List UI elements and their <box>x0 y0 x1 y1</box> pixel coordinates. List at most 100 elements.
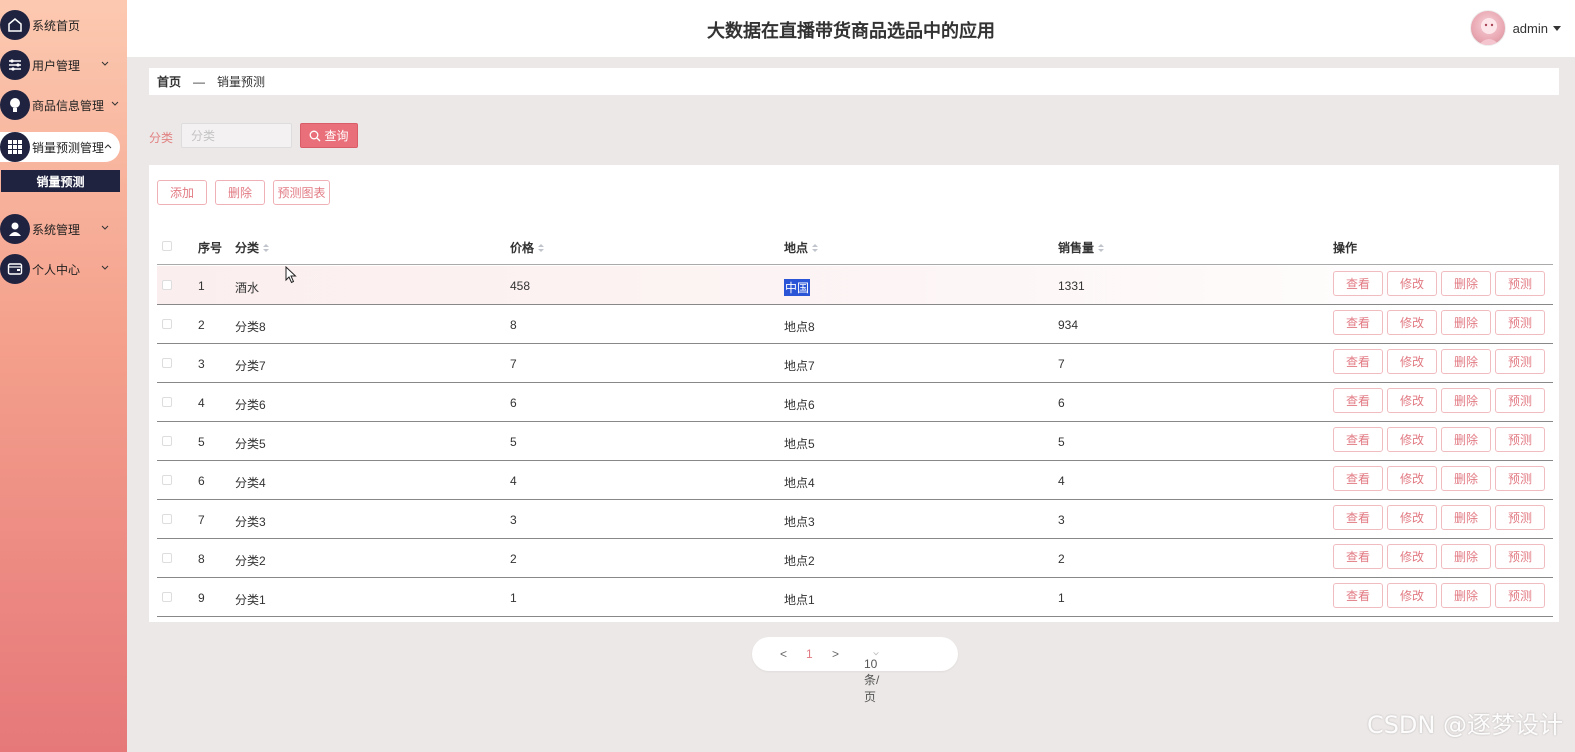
view-button[interactable]: 查看 <box>1333 505 1383 530</box>
row-delete-button[interactable]: 删除 <box>1441 388 1491 413</box>
predict-button[interactable]: 预测 <box>1495 466 1545 491</box>
sidebar-item-system[interactable]: 系统管理 <box>0 214 120 244</box>
view-button[interactable]: 查看 <box>1333 583 1383 608</box>
predict-button[interactable]: 预测 <box>1495 544 1545 569</box>
row-checkbox[interactable] <box>162 553 172 563</box>
edit-button[interactable]: 修改 <box>1387 271 1437 296</box>
sidebar-item-products[interactable]: 商品信息管理 <box>0 90 120 120</box>
breadcrumb: 首页 — 销量预测 <box>149 68 1559 95</box>
row-delete-button[interactable]: 删除 <box>1441 349 1491 374</box>
chevron-up-icon <box>104 144 112 149</box>
row-checkbox[interactable] <box>162 514 172 524</box>
sort-icon[interactable] <box>538 243 545 252</box>
user-menu[interactable]: admin <box>1469 10 1561 46</box>
row-checkbox[interactable] <box>162 397 172 407</box>
search-icon <box>310 130 321 141</box>
cell-index: 6 <box>198 474 205 488</box>
header-price[interactable]: 价格 <box>510 239 545 256</box>
cell-location: 地点8 <box>784 320 815 334</box>
delete-button[interactable]: 删除 <box>215 180 265 205</box>
view-button[interactable]: 查看 <box>1333 310 1383 335</box>
table-row: 3 分类7 7 地点7 7 查看 修改 删除 预测 <box>157 344 1553 383</box>
sidebar-item-home[interactable]: 系统首页 <box>0 10 120 40</box>
row-delete-button[interactable]: 删除 <box>1441 271 1491 296</box>
mouse-cursor-icon <box>285 266 297 284</box>
view-button[interactable]: 查看 <box>1333 544 1383 569</box>
sort-icon[interactable] <box>1098 243 1105 252</box>
cell-location: 中国 <box>784 279 811 296</box>
sort-icon[interactable] <box>812 243 819 252</box>
row-checkbox[interactable] <box>162 592 172 602</box>
table-row: 2 分类8 8 地点8 934 查看 修改 删除 预测 <box>157 305 1553 344</box>
cell-sales: 6 <box>1058 396 1065 410</box>
page-number-current[interactable]: 1 <box>806 647 813 661</box>
edit-button[interactable]: 修改 <box>1387 466 1437 491</box>
row-checkbox[interactable] <box>162 436 172 446</box>
predict-button[interactable]: 预测 <box>1495 388 1545 413</box>
sidebar-item-profile[interactable]: 个人中心 <box>0 254 120 284</box>
row-checkbox[interactable] <box>162 475 172 485</box>
cell-category: 分类8 <box>235 320 266 334</box>
sort-icon[interactable] <box>263 243 270 252</box>
view-button[interactable]: 查看 <box>1333 427 1383 452</box>
sidebar-subitem-sales-forecast[interactable]: 销量预测 <box>1 170 120 192</box>
view-button[interactable]: 查看 <box>1333 271 1383 296</box>
row-delete-button[interactable]: 删除 <box>1441 310 1491 335</box>
edit-button[interactable]: 修改 <box>1387 427 1437 452</box>
sidebar-item-sales-forecast[interactable]: 销量预测管理 <box>0 132 120 162</box>
table-header: 序号 分类 价格 地点 销售量 操作 <box>157 228 1553 265</box>
breadcrumb-home[interactable]: 首页 <box>157 73 181 90</box>
caret-down-icon <box>1553 25 1561 31</box>
row-checkbox[interactable] <box>162 319 172 329</box>
edit-button[interactable]: 修改 <box>1387 505 1437 530</box>
edit-button[interactable]: 修改 <box>1387 388 1437 413</box>
view-button[interactable]: 查看 <box>1333 349 1383 374</box>
cell-location: 地点2 <box>784 554 815 568</box>
cell-location: 地点7 <box>784 359 815 373</box>
header-sales[interactable]: 销售量 <box>1058 239 1105 256</box>
cell-index: 4 <box>198 396 205 410</box>
header-category[interactable]: 分类 <box>235 239 270 256</box>
predict-button[interactable]: 预测 <box>1495 310 1545 335</box>
predict-button[interactable]: 预测 <box>1495 583 1545 608</box>
edit-button[interactable]: 修改 <box>1387 544 1437 569</box>
predict-button[interactable]: 预测 <box>1495 271 1545 296</box>
row-delete-button[interactable]: 删除 <box>1441 466 1491 491</box>
header-location[interactable]: 地点 <box>784 239 819 256</box>
edit-button[interactable]: 修改 <box>1387 310 1437 335</box>
row-checkbox[interactable] <box>162 280 172 290</box>
row-delete-button[interactable]: 删除 <box>1441 427 1491 452</box>
search-button-label: 查询 <box>324 129 349 143</box>
cell-index: 2 <box>198 318 205 332</box>
add-button[interactable]: 添加 <box>157 180 207 205</box>
row-delete-button[interactable]: 删除 <box>1441 544 1491 569</box>
table-row: 7 分类3 3 地点3 3 查看 修改 删除 预测 <box>157 500 1553 539</box>
predict-button[interactable]: 预测 <box>1495 427 1545 452</box>
predict-button[interactable]: 预测 <box>1495 349 1545 374</box>
view-button[interactable]: 查看 <box>1333 466 1383 491</box>
next-page-button[interactable]: > <box>832 647 839 661</box>
table-row: 6 分类4 4 地点4 4 查看 修改 删除 预测 <box>157 461 1553 500</box>
page-size-select[interactable]: 10条/页 <box>864 647 880 704</box>
row-delete-button[interactable]: 删除 <box>1441 505 1491 530</box>
cell-index: 1 <box>198 279 205 293</box>
edit-button[interactable]: 修改 <box>1387 349 1437 374</box>
row-delete-button[interactable]: 删除 <box>1441 583 1491 608</box>
select-all-checkbox[interactable] <box>162 241 172 251</box>
search-input[interactable] <box>181 123 292 148</box>
cell-sales: 5 <box>1058 435 1065 449</box>
search-button[interactable]: 查询 <box>300 123 358 148</box>
prev-page-button[interactable]: < <box>780 647 787 661</box>
cell-price: 458 <box>510 279 531 293</box>
cell-sales: 934 <box>1058 318 1079 332</box>
row-checkbox[interactable] <box>162 358 172 368</box>
sidebar-item-users[interactable]: 用户管理 <box>0 50 120 80</box>
predict-button[interactable]: 预测 <box>1495 505 1545 530</box>
edit-button[interactable]: 修改 <box>1387 583 1437 608</box>
table-row: 8 分类2 2 地点2 2 查看 修改 删除 预测 <box>157 539 1553 578</box>
cell-location: 地点4 <box>784 476 815 490</box>
forecast-chart-button[interactable]: 预测图表 <box>273 180 330 205</box>
cell-price: 5 <box>510 435 517 449</box>
view-button[interactable]: 查看 <box>1333 388 1383 413</box>
cell-category: 酒水 <box>235 281 260 295</box>
